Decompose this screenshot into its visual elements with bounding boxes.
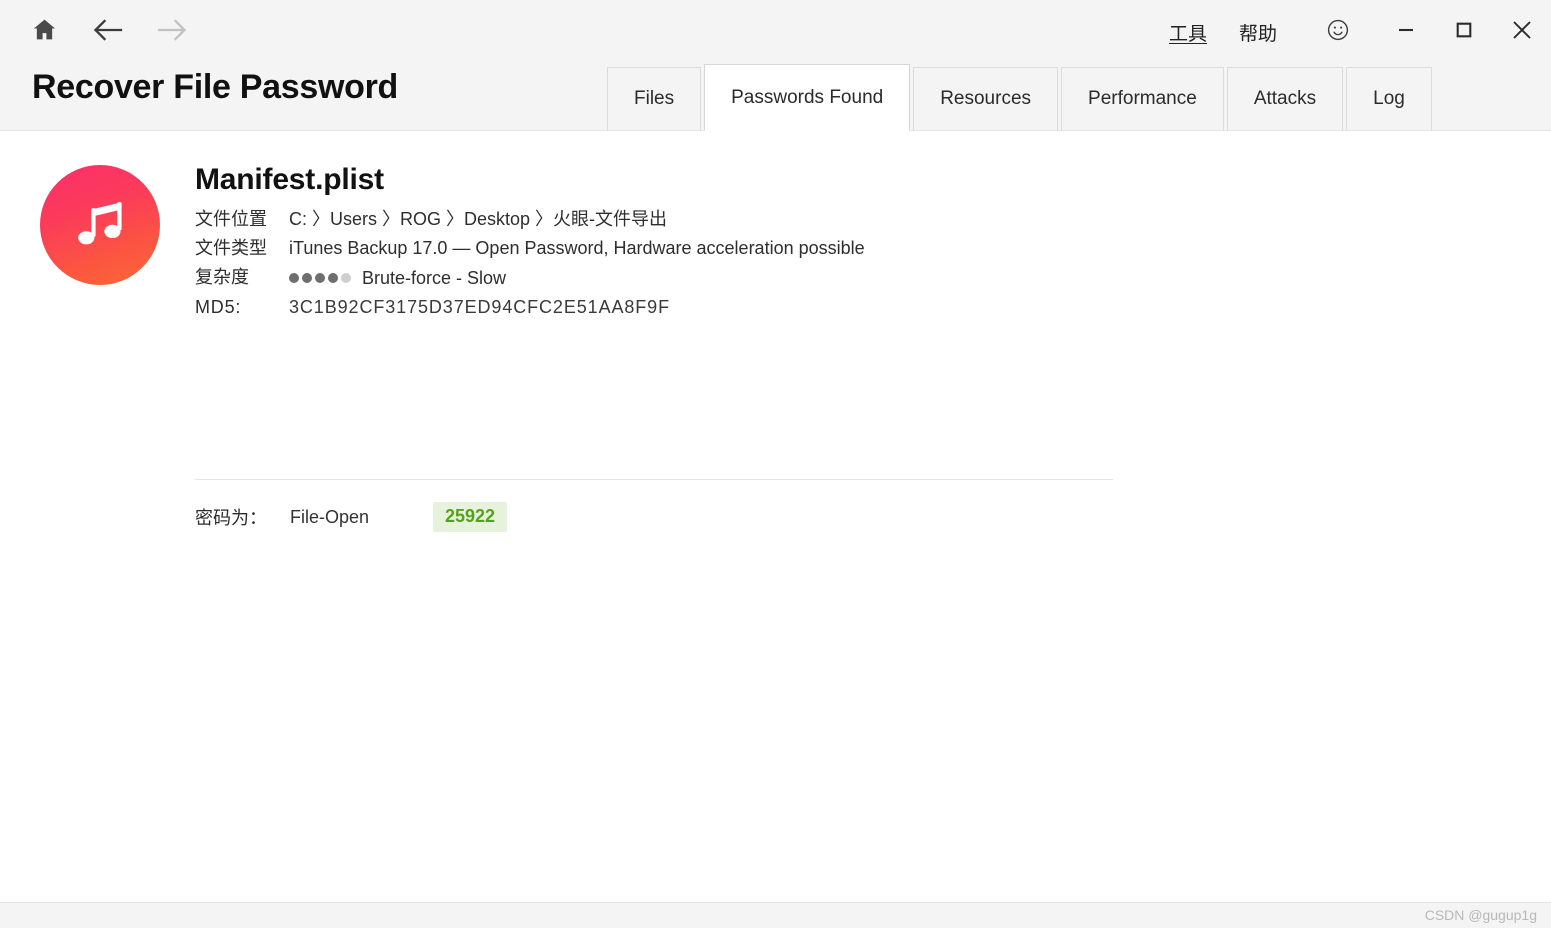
app-window: 工具 帮助 Recover File Password Files Passwo…: [0, 0, 1551, 928]
back-button[interactable]: [86, 10, 130, 54]
home-icon: [31, 16, 58, 48]
menu-item-tools[interactable]: 工具: [1153, 13, 1223, 52]
complexity-dot-filled: [302, 273, 312, 283]
main-content: Manifest.plist 文件位置 C: 〉Users 〉ROG 〉Desk…: [0, 131, 1551, 902]
md5-value: 3C1B92CF3175D37ED94CFC2E51AA8F9F: [289, 297, 670, 317]
complexity-dot-empty: [341, 273, 351, 283]
close-button[interactable]: [1499, 9, 1545, 55]
file-detail-panel: Manifest.plist 文件位置 C: 〉Users 〉ROG 〉Desk…: [0, 131, 865, 325]
minimize-button[interactable]: [1383, 9, 1429, 55]
home-button[interactable]: [22, 10, 66, 54]
itunes-music-note-icon: [40, 165, 160, 285]
table-row: 复杂度 Brute-force - Slow: [195, 266, 865, 296]
password-kind: File-Open: [290, 506, 370, 527]
forward-button[interactable]: [150, 10, 194, 54]
table-row: 文件类型 iTunes Backup 17.0 — Open Password,…: [195, 237, 865, 266]
tab-performance[interactable]: Performance: [1061, 67, 1224, 131]
titlebar-menu-group: 工具 帮助: [1153, 9, 1551, 55]
complexity-label: 复杂度: [195, 267, 249, 287]
watermark: CSDN @gugup1g: [1424, 907, 1537, 923]
file-type-value: iTunes Backup 17.0 — Open Password, Hard…: [289, 238, 865, 258]
file-location-label: 文件位置: [195, 209, 267, 229]
tab-log[interactable]: Log: [1346, 67, 1432, 131]
md5-label: MD5:: [195, 297, 242, 317]
close-icon: [1509, 17, 1535, 48]
menu-item-help[interactable]: 帮助: [1223, 13, 1293, 52]
tab-files[interactable]: Files: [607, 67, 702, 131]
file-metadata-table: 文件位置 C: 〉Users 〉ROG 〉Desktop 〉火眼-文件导出 文件…: [195, 208, 865, 325]
smiley-icon: [1326, 18, 1350, 47]
file-location-value: C: 〉Users 〉ROG 〉Desktop 〉火眼-文件导出: [289, 209, 668, 229]
table-row: 文件位置 C: 〉Users 〉ROG 〉Desktop 〉火眼-文件导出: [195, 208, 865, 237]
status-bar: CSDN @gugup1g: [0, 902, 1551, 928]
password-result-row: 密码为： File-Open 25922: [195, 502, 508, 532]
section-divider: [195, 479, 1113, 480]
titlebar: 工具 帮助: [0, 0, 1551, 64]
tab-passwords-found[interactable]: Passwords Found: [704, 64, 911, 131]
complexity-value-cell: Brute-force - Slow: [289, 266, 865, 296]
file-info-block: Manifest.plist 文件位置 C: 〉Users 〉ROG 〉Desk…: [195, 161, 865, 325]
tab-resources[interactable]: Resources: [913, 67, 1059, 131]
maximize-icon: [1452, 18, 1476, 47]
feedback-button[interactable]: [1315, 9, 1361, 55]
password-value[interactable]: 25922: [433, 502, 508, 532]
complexity-dot-filled: [328, 273, 338, 283]
maximize-button[interactable]: [1441, 9, 1487, 55]
tab-bar: Files Passwords Found Resources Performa…: [607, 63, 1435, 131]
app-header: 工具 帮助 Recover File Password Files Passwo…: [0, 0, 1551, 131]
complexity-dot-filled: [289, 273, 299, 283]
complexity-rating-dots: [289, 273, 351, 283]
navigation-group: [0, 10, 194, 54]
minimize-icon: [1394, 18, 1418, 47]
arrow-right-icon: [155, 16, 189, 49]
arrow-left-icon: [91, 16, 125, 49]
tab-attacks[interactable]: Attacks: [1226, 67, 1344, 131]
file-type-label: 文件类型: [195, 238, 267, 258]
file-name: Manifest.plist: [195, 163, 384, 196]
password-label: 密码为：: [195, 508, 267, 528]
table-row: MD5: 3C1B92CF3175D37ED94CFC2E51AA8F9F: [195, 296, 865, 325]
complexity-text: Brute-force - Slow: [362, 268, 507, 288]
page-title: Recover File Password: [32, 68, 398, 106]
complexity-dot-filled: [315, 273, 325, 283]
